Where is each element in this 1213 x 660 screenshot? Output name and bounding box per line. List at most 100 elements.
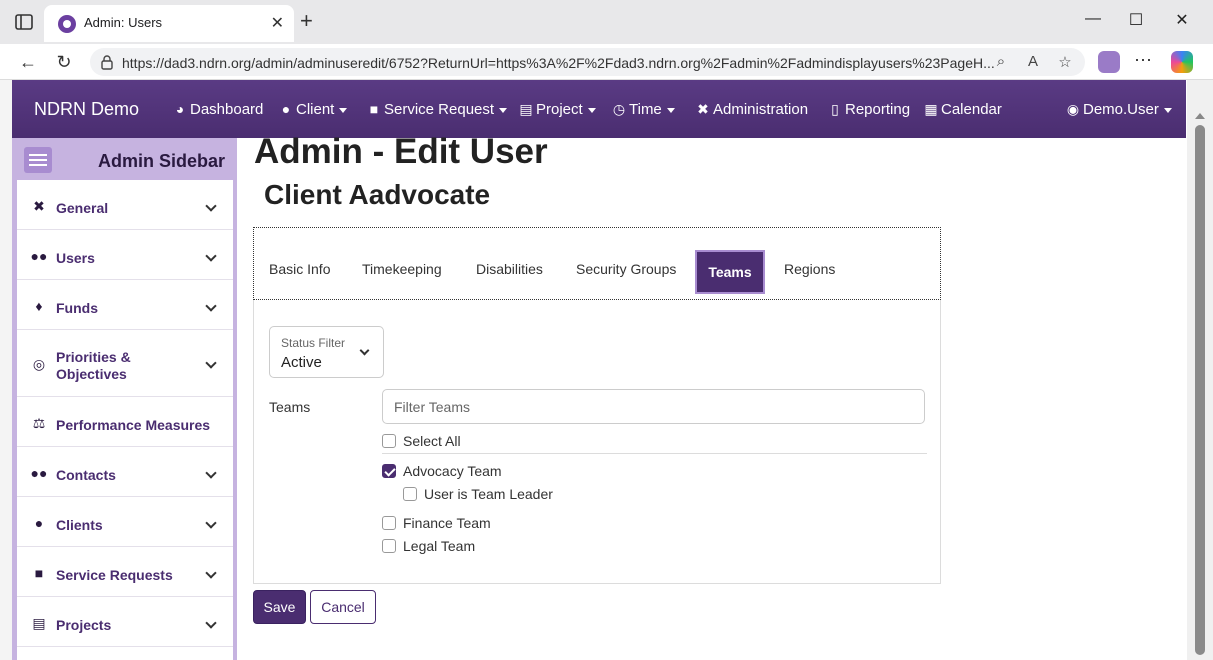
minimize-icon[interactable]: —	[1083, 10, 1103, 28]
sidebar-item-label: General	[56, 200, 109, 216]
refresh-icon[interactable]: ↻	[52, 50, 76, 74]
address-bar[interactable]: https://dad3.ndrn.org/admin/adminuseredi…	[90, 48, 1085, 76]
nav-calendar[interactable]: ▦ Calendar	[923, 101, 1002, 118]
user-edit-tabs: Basic Info Timekeeping Disabilities Secu…	[253, 227, 941, 300]
sidebar-item-label: Service Requests	[56, 567, 173, 583]
sidebar-menu: ✖ General ●● Users ♦ Funds ◎ Priorities …	[17, 180, 233, 660]
money-bag-icon: ♦	[35, 298, 43, 314]
tab-teams[interactable]: Teams	[695, 250, 765, 294]
chevron-down-icon	[205, 250, 217, 262]
legal-team-checkbox[interactable]	[382, 539, 396, 553]
sidebar-item-priorities[interactable]: ◎ Priorities & Objectives	[17, 330, 233, 397]
finance-team-checkbox[interactable]	[382, 516, 396, 530]
maximize-icon[interactable]: ☐	[1126, 10, 1146, 30]
sidebar-item-users[interactable]: ●● Users	[17, 230, 233, 280]
teams-label: Teams	[269, 399, 311, 415]
browser-tab-active[interactable]: Admin: Users ✕	[44, 5, 294, 42]
page-subtitle: Client Aadvocate	[264, 179, 491, 210]
teams-panel: Status Filter Active Teams Select All Ad…	[253, 300, 941, 584]
team-row-finance[interactable]: Finance Team	[382, 515, 491, 531]
contacts-icon: ●●	[30, 465, 48, 481]
scroll-up-icon[interactable]	[1195, 113, 1205, 119]
chevron-down-icon	[205, 517, 217, 529]
filter-teams-input[interactable]	[382, 389, 925, 424]
sidebar-item-label: Priorities & Objectives	[56, 349, 131, 382]
sidebar-item-service-requests[interactable]: ■ Service Requests	[17, 547, 233, 597]
select-all-checkbox[interactable]	[382, 434, 396, 448]
nav-client[interactable]: ● Client	[278, 101, 348, 118]
sidebar-item-label: Projects	[56, 617, 112, 633]
team-leader-checkbox[interactable]	[403, 487, 417, 501]
team-leader-row[interactable]: User is Team Leader	[403, 486, 553, 502]
briefcase-icon: ■	[34, 565, 44, 581]
favorite-star-icon[interactable]: ☆	[1056, 53, 1074, 71]
sidebar-item-funds[interactable]: ♦ Funds	[17, 280, 233, 330]
browser-tabbar: Admin: Users ✕ + — ☐ ✕	[0, 0, 1213, 44]
read-aloud-icon[interactable]: A	[1024, 53, 1042, 70]
nav-reporting[interactable]: ▯ Reporting	[827, 101, 910, 118]
sidebar-item-projects[interactable]: ▤ Projects	[17, 597, 233, 647]
select-all-label: Select All	[403, 433, 461, 449]
back-icon[interactable]: ←	[16, 50, 40, 74]
nav-project[interactable]: ▤ Project	[518, 101, 596, 118]
chevron-down-icon	[205, 617, 217, 629]
nav-client-label: Client	[296, 101, 335, 118]
team-row-advocacy[interactable]: Advocacy Team	[382, 463, 502, 479]
hamburger-menu-icon[interactable]	[24, 147, 52, 173]
users-icon: ●●	[30, 248, 48, 264]
save-button[interactable]: Save	[253, 590, 306, 624]
sidebar-item-performance-measures[interactable]: ⚖ Performance Measures	[17, 397, 233, 447]
top-navbar: NDRN Demo ◕ Dashboard ● Client ■ Service Re…	[12, 80, 1186, 138]
status-filter-label: Status Filter	[281, 336, 346, 350]
advocacy-team-checkbox[interactable]	[382, 464, 396, 478]
sidebar-item-label: Funds	[56, 300, 98, 316]
sidebar-item-clients[interactable]: ● Clients	[17, 497, 233, 547]
page-left-edge	[0, 80, 12, 660]
nav-administration[interactable]: ✖ Administration	[695, 101, 808, 118]
cancel-button[interactable]: Cancel	[310, 590, 376, 624]
brand-link[interactable]: NDRN Demo	[34, 99, 139, 120]
sidebar-item-contacts[interactable]: ●● Contacts	[17, 447, 233, 497]
user-menu[interactable]: ◉ Demo.User	[1065, 101, 1172, 118]
tab-timekeeping[interactable]: Timekeeping	[362, 261, 442, 277]
sidebar-item-general[interactable]: ✖ General	[17, 180, 233, 230]
nav-project-label: Project	[536, 101, 583, 118]
tab-actions-icon[interactable]	[14, 12, 34, 32]
user-menu-label: Demo.User	[1083, 101, 1159, 118]
nav-reporting-label: Reporting	[845, 101, 911, 118]
team-row-legal[interactable]: Legal Team	[382, 538, 475, 554]
team-name: Advocacy Team	[403, 463, 502, 479]
tab-disabilities[interactable]: Disabilities	[476, 261, 543, 277]
page-scrollbar[interactable]	[1187, 80, 1213, 660]
profile-avatar[interactable]	[1098, 51, 1120, 73]
file-icon: ▯	[831, 101, 839, 117]
close-window-icon[interactable]: ✕	[1172, 10, 1192, 30]
sidebar-title: Admin Sidebar	[97, 151, 225, 171]
briefcase-icon: ■	[369, 101, 379, 117]
user-icon: ●	[281, 101, 291, 117]
admin-sidebar: Admin Sidebar ✖ General ●● Users ♦ Funds…	[12, 138, 237, 660]
copilot-icon[interactable]	[1171, 51, 1193, 73]
chevron-down-icon	[205, 567, 217, 579]
status-filter-select[interactable]: Status Filter Active	[269, 326, 384, 378]
nav-service-request-label: Service Request	[384, 101, 495, 118]
clipboard-icon: ▤	[32, 615, 46, 631]
select-all-row[interactable]: Select All	[382, 433, 461, 449]
caret-down-icon	[499, 107, 508, 113]
nav-dashboard[interactable]: ◕ Dashboard	[172, 101, 264, 118]
tab-regions[interactable]: Regions	[784, 261, 835, 277]
tab-security-groups[interactable]: Security Groups	[576, 261, 676, 277]
tab-basic-info[interactable]: Basic Info	[269, 261, 330, 277]
caret-down-icon	[1163, 107, 1172, 113]
lock-icon[interactable]	[100, 54, 114, 70]
target-icon: ◎	[32, 356, 46, 372]
zoom-icon[interactable]: ⌕	[992, 53, 1010, 70]
more-options-icon[interactable]: ⋯	[1134, 50, 1152, 71]
tools-icon: ✖	[33, 198, 45, 214]
nav-time[interactable]: ◷ Time	[611, 101, 675, 118]
clipboard-icon: ▤	[519, 101, 533, 117]
nav-service-request[interactable]: ■ Service Request	[366, 101, 508, 118]
scrollbar-thumb[interactable]	[1195, 125, 1205, 655]
close-tab-icon[interactable]: ✕	[271, 13, 284, 33]
new-tab-icon[interactable]: +	[300, 9, 313, 33]
